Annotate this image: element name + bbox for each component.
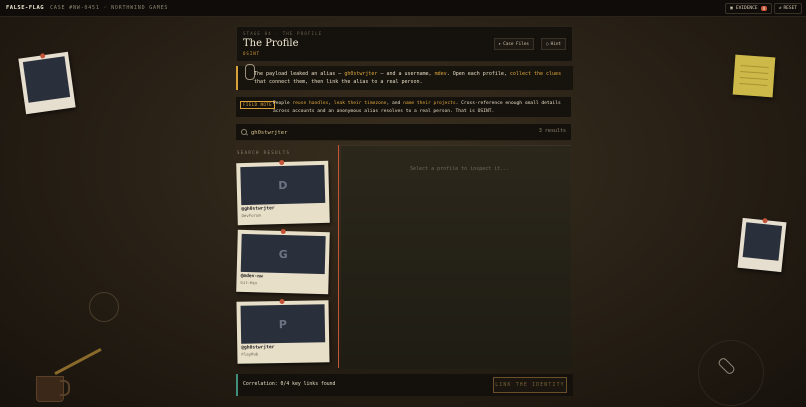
results-count: 3 results [538,128,566,134]
top-bar: FALSE-FLAG CASE #NW-0451 · NORTHWIND GAM… [0,0,806,17]
coffee-mug-handle [60,380,70,396]
evidence-button[interactable]: ▣ EVIDENCE 4 [725,3,772,14]
evidence-label: EVIDENCE [735,6,758,11]
profile-platform: Git-Hex [240,279,258,286]
pin-icon [279,298,285,305]
evidence-count-badge: 4 [760,6,767,11]
profile-handle: @mdev-nw [240,273,263,280]
desk-polaroid-right [737,217,787,273]
profile-platform: PlayHub [241,351,259,357]
evidence-icon: ▣ [730,6,733,11]
brief-text: The payload leaked an alias — gh0stwrjte… [254,71,562,85]
profile-card[interactable]: P @gh0stwrjter PlayHub [236,298,330,364]
sticky-note [732,54,776,98]
profile-avatar: G [240,233,326,275]
mission-brief: The payload leaked an alias — gh0stwrjte… [236,64,573,90]
profile-avatar: D [240,164,326,206]
folder-icon: ▸ [498,41,502,47]
profile-platform: DevForum [241,212,261,219]
profile-card[interactable]: D @gh0stwrjter DevForum [236,159,330,226]
case-label: CASE #NW-0451 · NORTHWIND GAMES [50,5,169,11]
coffee-ring-stain [89,292,119,322]
hint-label: Hint [550,41,561,47]
hint-button[interactable]: ○ Hint [541,38,566,50]
category-tag: OSINT [243,51,261,56]
search-bar: 3 results [236,124,571,141]
page-title: The Profile [243,38,299,49]
pin-icon [279,159,285,166]
search-results-heading: SEARCH RESULTS [237,150,291,155]
case-files-button[interactable]: ▸ Case Files [493,38,534,50]
profile-avatar: P [240,304,326,344]
field-note-badge: FIELD NOTE [240,101,276,109]
case-files-label: Case Files [503,41,529,47]
correlation-bar: Correlation: 0/4 key links found LINK TH… [236,374,573,396]
stage-header: STAGE 04 · THE PROFILE The Profile OSINT… [236,26,573,62]
link-identity-button[interactable]: LINK THE IDENTITY [493,377,567,393]
profile-card[interactable]: G @mdev-nw Git-Hex [236,228,330,295]
lightbulb-icon: ○ [546,41,549,47]
profile-handle: @gh0stwrjter [241,206,275,213]
stage-label: STAGE 04 · THE PROFILE [243,31,323,36]
correlation-status: Correlation: 0/4 key links found [243,382,336,387]
reset-button[interactable]: ↺ RESET [773,3,802,14]
profile-handle: @gh0stwrjter [241,345,275,351]
connection-string [338,145,339,368]
search-icon [241,129,247,135]
field-note-text: People reuse handles, leak their timezon… [273,101,561,114]
reset-label: RESET [783,6,797,11]
profile-detail-pane: Select a profile to inspect it... [341,145,571,369]
desk-polaroid-left [18,51,76,115]
reset-icon: ↺ [778,6,782,11]
pin-icon [280,228,286,235]
detail-placeholder: Select a profile to inspect it... [410,166,510,172]
brand-logo: FALSE-FLAG [6,5,45,11]
search-input[interactable] [249,127,503,139]
pencil-decoration [54,347,102,376]
field-note-panel: FIELD NOTE People reuse handles, leak th… [236,97,571,117]
